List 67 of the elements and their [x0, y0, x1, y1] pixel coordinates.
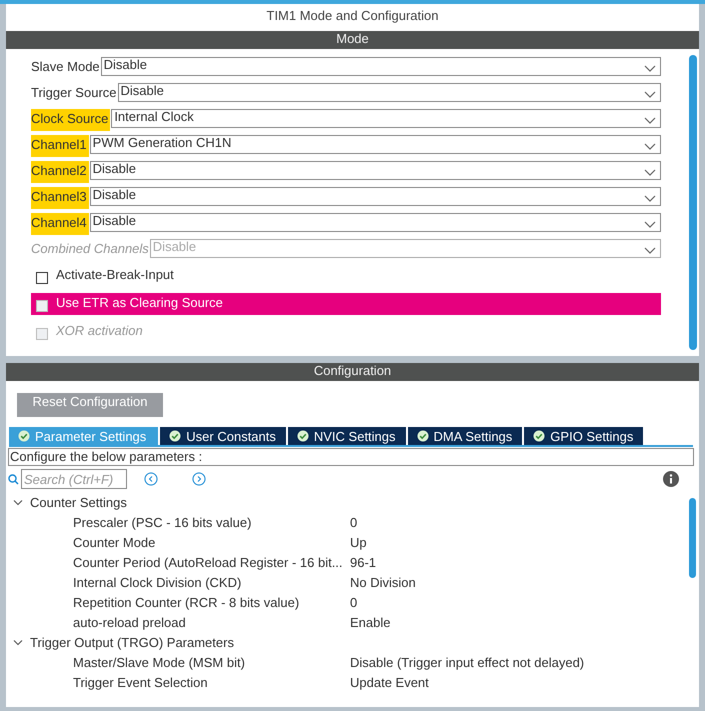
field-label: Channel3	[31, 187, 89, 209]
checkbox-label: XOR activation	[56, 322, 143, 338]
chevron-down-icon	[644, 65, 656, 72]
parameter-value: Update Event	[350, 674, 429, 690]
tab[interactable]: NVIC Settings	[288, 427, 406, 445]
chevron-down-icon	[644, 169, 656, 176]
parameter-value: 0	[350, 594, 358, 610]
field-label: Channel2	[31, 161, 89, 183]
dropdown[interactable]: Disable	[118, 83, 661, 102]
dropdown[interactable]: Disable	[100, 57, 661, 76]
checkbox[interactable]	[36, 272, 48, 284]
chevron-down-icon	[644, 91, 656, 98]
info-icon[interactable]	[663, 471, 679, 487]
checkbox-label: Use ETR as Clearing Source	[56, 294, 223, 310]
section-header: Mode	[6, 31, 699, 49]
previous-icon[interactable]	[144, 472, 158, 486]
search-icon	[8, 474, 19, 484]
field-label: Clock Source	[31, 109, 110, 131]
parameter-name: Master/Slave Mode (MSM bit)	[72, 654, 246, 670]
parameter-value: Enable	[350, 614, 390, 630]
parameter-name: Trigger Event Selection	[72, 674, 209, 690]
dropdown[interactable]: Disable	[90, 187, 661, 206]
expand-chevron-icon[interactable]	[13, 638, 23, 646]
parameter-value: Disable (Trigger input effect not delayed)	[350, 654, 584, 670]
field-label: Channel1	[31, 135, 89, 157]
group-label[interactable]: Counter Settings	[30, 494, 127, 510]
parameter-value: 0	[350, 514, 358, 530]
dropdown[interactable]: Disable	[90, 213, 661, 232]
chevron-down-icon	[644, 247, 656, 254]
search-field[interactable]: Search (Ctrl+F)	[21, 469, 127, 489]
section-header: Configuration	[6, 363, 699, 381]
parameter-value: No Division	[350, 574, 416, 590]
parameter-name: Repetition Counter (RCR - 8 bits value)	[72, 594, 300, 610]
field-label: Slave Mode	[31, 58, 100, 76]
scrollbar-thumb[interactable]	[689, 498, 696, 578]
chevron-down-icon	[644, 195, 656, 202]
chevron-down-icon	[644, 117, 656, 124]
chevron-down-icon	[644, 143, 656, 150]
parameter-name: Counter Period (AutoReload Register - 16 bit...	[72, 554, 344, 570]
next-icon[interactable]	[192, 472, 206, 486]
group-label[interactable]: Trigger Output (TRGO) Parameters	[30, 634, 234, 650]
parameter-name: Counter Mode	[72, 534, 156, 550]
check-circle-icon	[18, 430, 30, 442]
field-label: Channel4	[31, 213, 89, 235]
tab[interactable]: DMA Settings	[408, 427, 522, 445]
check-circle-icon	[296, 430, 309, 442]
tab[interactable]: User Constants	[160, 427, 286, 445]
checkbox-label: Activate-Break-Input	[56, 266, 174, 282]
window-title: TIM1 Mode and Configuration	[266, 7, 440, 25]
description-text: Configure the below parameters :	[8, 448, 694, 466]
field-label: Trigger Source	[31, 84, 116, 102]
chevron-down-icon	[644, 221, 656, 228]
parameter-name: Internal Clock Division (CKD)	[72, 574, 242, 590]
expand-chevron-icon[interactable]	[13, 498, 23, 506]
dropdown[interactable]: PWM Generation CH1N	[90, 135, 661, 154]
check-circle-icon	[416, 430, 429, 442]
tab[interactable]: GPIO Settings	[524, 427, 644, 445]
dropdown[interactable]: Internal Clock	[111, 109, 661, 128]
field-label: Combined Channels	[31, 240, 149, 258]
parameter-name: Prescaler (PSC - 16 bits value)	[72, 514, 252, 530]
check-circle-icon	[169, 430, 182, 442]
parameter-value: Up	[350, 534, 367, 550]
dropdown[interactable]: Disable	[90, 161, 661, 180]
check-circle-icon	[533, 430, 546, 442]
parameter-name: auto-reload preload	[72, 614, 187, 630]
scrollbar-thumb[interactable]	[689, 55, 697, 350]
parameter-value: 96-1	[350, 554, 376, 570]
